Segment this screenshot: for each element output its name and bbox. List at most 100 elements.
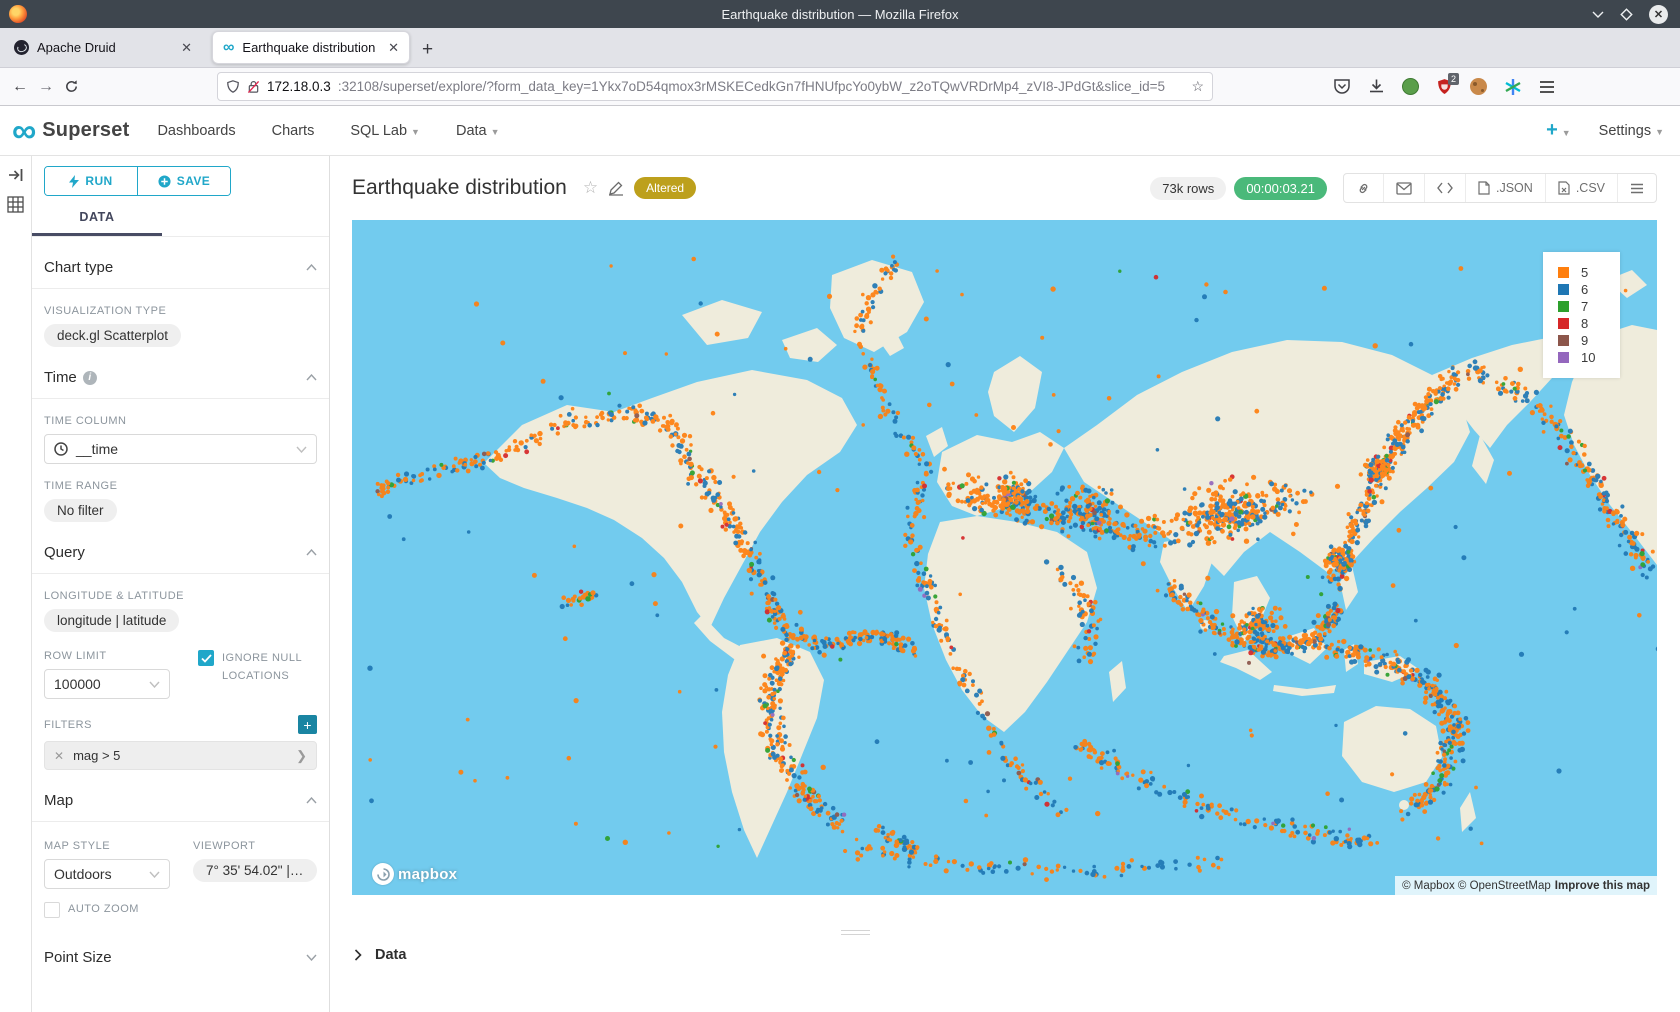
- remove-filter-icon[interactable]: ✕: [45, 749, 73, 763]
- shield-icon[interactable]: [226, 79, 240, 94]
- superset-logo-icon: ∞: [12, 116, 36, 146]
- tab-close-icon[interactable]: ✕: [181, 40, 192, 56]
- expand-filter-icon[interactable]: ❯: [287, 748, 316, 764]
- nav-charts[interactable]: Charts: [272, 123, 315, 139]
- back-button[interactable]: ←: [12, 78, 28, 96]
- resize-drag-handle[interactable]: [841, 927, 870, 935]
- filter-chip[interactable]: ✕ mag > 5 ❯: [44, 741, 317, 770]
- copy-link-button[interactable]: [1344, 174, 1383, 202]
- superset-favicon-icon: ∞: [223, 40, 234, 56]
- chevron-right-icon: [354, 949, 362, 961]
- section-title: Query: [44, 544, 85, 561]
- export-csv-button[interactable]: .CSV: [1545, 174, 1617, 202]
- legend-swatch: [1558, 318, 1569, 329]
- section-title: Time: [44, 369, 77, 386]
- time-column-select[interactable]: __time: [44, 434, 317, 464]
- map-attribution: © Mapbox © OpenStreetMap Improve this ma…: [1395, 876, 1657, 895]
- reload-button[interactable]: [64, 79, 79, 94]
- link-icon: [1356, 181, 1371, 196]
- map-style-label: MAP STYLE: [44, 840, 191, 852]
- chevron-up-icon[interactable]: [306, 549, 317, 556]
- tab-close-icon[interactable]: ✕: [388, 40, 399, 56]
- superset-logo[interactable]: ∞ Superset: [12, 116, 129, 146]
- file-icon: [1478, 181, 1490, 195]
- tab-earthquake-distribution[interactable]: ∞ Earthquake distribution ✕: [212, 31, 410, 64]
- legend-row: 8: [1558, 315, 1620, 332]
- altered-badge: Altered: [634, 177, 696, 199]
- lonlat-label: LONGITUDE & LATITUDE: [44, 590, 317, 602]
- collapse-panel-icon[interactable]: [8, 168, 24, 182]
- favorite-star-icon[interactable]: ☆: [583, 178, 598, 198]
- add-filter-button[interactable]: +: [298, 715, 317, 734]
- time-range-pill[interactable]: No filter: [44, 499, 117, 522]
- nav-data[interactable]: Data▼: [456, 123, 500, 139]
- legend-row: 6: [1558, 281, 1620, 298]
- legend-row: 7: [1558, 298, 1620, 315]
- tab-apache-druid[interactable]: Apache Druid ✕: [4, 31, 202, 64]
- superset-brand: Superset: [42, 119, 129, 142]
- export-json-button[interactable]: .JSON: [1465, 174, 1545, 202]
- nav-dashboards[interactable]: Dashboards: [157, 123, 235, 139]
- nav-sql-lab[interactable]: SQL Lab▼: [350, 123, 420, 139]
- druid-favicon-icon: [14, 40, 29, 55]
- menu-hamburger-icon[interactable]: [1539, 80, 1555, 94]
- info-icon[interactable]: i: [83, 371, 97, 385]
- settings-menu[interactable]: Settings▼: [1599, 122, 1664, 140]
- mapbox-logo[interactable]: mapbox: [372, 863, 457, 885]
- row-limit-label: ROW LIMIT: [44, 650, 196, 662]
- legend-label: 10: [1581, 350, 1595, 365]
- deckgl-scatterplot-map[interactable]: 5678910 mapbox © Mapbox © OpenStreetMap …: [352, 220, 1657, 895]
- viewport-label: VIEWPORT: [193, 840, 317, 852]
- file-x-icon: [1558, 181, 1570, 195]
- viewport-pill[interactable]: 7° 35' 54.02" | 31...: [193, 859, 317, 882]
- ignore-null-checkbox[interactable]: [198, 650, 214, 666]
- data-panel-expander[interactable]: Data: [354, 947, 406, 963]
- section-query: Query LONGITUDE & LATITUDE longitude | l…: [44, 544, 317, 770]
- chevron-down-icon[interactable]: [306, 954, 317, 961]
- email-button[interactable]: [1383, 174, 1424, 202]
- legend-row: 10: [1558, 349, 1620, 366]
- chevron-up-icon[interactable]: [306, 264, 317, 271]
- chevron-up-icon[interactable]: [306, 797, 317, 804]
- save-button[interactable]: SAVE: [137, 167, 230, 195]
- run-button[interactable]: RUN: [45, 167, 137, 195]
- ublock-icon[interactable]: 2: [1436, 78, 1453, 95]
- tab-data[interactable]: DATA: [32, 210, 162, 236]
- dataset-grid-icon[interactable]: [7, 196, 24, 213]
- world-map-svg: [352, 220, 1657, 895]
- lonlat-pill[interactable]: longitude | latitude: [44, 609, 179, 632]
- legend-label: 7: [1581, 299, 1588, 314]
- improve-map-link[interactable]: Improve this map: [1555, 880, 1650, 892]
- insecure-lock-icon[interactable]: [247, 80, 260, 94]
- legend-label: 8: [1581, 316, 1588, 331]
- window-close-icon[interactable]: ✕: [1649, 5, 1668, 24]
- download-icon[interactable]: [1368, 78, 1385, 95]
- bookmark-star-icon[interactable]: ☆: [1191, 78, 1204, 95]
- legend-label: 5: [1581, 265, 1588, 280]
- cookie-extension-icon[interactable]: [1470, 78, 1487, 95]
- rows-count-badge: 73k rows: [1150, 177, 1226, 200]
- sparkle-extension-icon[interactable]: [1504, 78, 1522, 96]
- window-maximize-icon[interactable]: [1620, 8, 1633, 21]
- privacy-badger-icon[interactable]: [1402, 78, 1419, 95]
- window-minimize-icon[interactable]: [1592, 10, 1604, 18]
- left-icon-rail: [0, 156, 32, 1012]
- add-new-button[interactable]: +▼: [1546, 119, 1571, 142]
- pocket-icon[interactable]: [1333, 78, 1351, 95]
- embed-code-button[interactable]: [1424, 174, 1465, 202]
- time-range-label: TIME RANGE: [44, 480, 317, 492]
- forward-button[interactable]: →: [38, 78, 54, 96]
- url-bar[interactable]: 172.18.0.3:32108/superset/explore/?form_…: [217, 72, 1213, 101]
- envelope-icon: [1396, 182, 1412, 195]
- chart-menu-button[interactable]: [1617, 174, 1656, 202]
- viz-type-pill[interactable]: deck.gl Scatterplot: [44, 324, 181, 347]
- auto-zoom-checkbox[interactable]: [44, 902, 60, 918]
- legend-swatch: [1558, 267, 1569, 278]
- new-tab-button[interactable]: +: [410, 39, 445, 67]
- map-style-select[interactable]: Outdoors: [44, 859, 170, 889]
- check-icon: [201, 654, 212, 663]
- superset-navbar: ∞ Superset Dashboards Charts SQL Lab▼ Da…: [0, 106, 1680, 156]
- row-limit-select[interactable]: 100000: [44, 669, 170, 699]
- chevron-up-icon[interactable]: [306, 374, 317, 381]
- edit-pencil-icon[interactable]: [608, 180, 624, 196]
